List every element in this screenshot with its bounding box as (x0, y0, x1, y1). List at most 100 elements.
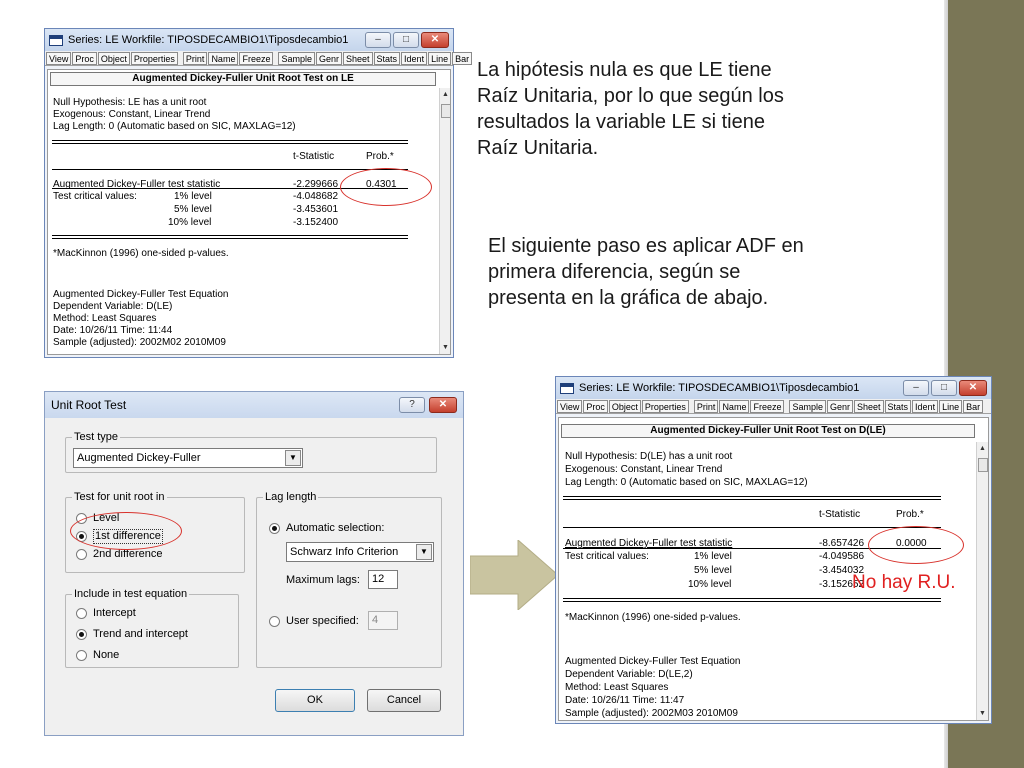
sample: Sample (adjusted): 2002M03 2010M09 (565, 708, 738, 719)
toolbar-line-button[interactable]: Line (428, 52, 452, 65)
radio-user-specified[interactable]: User specified: (269, 615, 359, 628)
scroll-thumb[interactable] (441, 104, 450, 118)
unit-root-test-dialog: Unit Root Test ? ✕ Test type Augmented D… (44, 391, 464, 736)
divider (52, 143, 408, 144)
toolbar-sheet-button[interactable]: Sheet (854, 400, 884, 413)
toolbar-view-button[interactable]: View (46, 52, 72, 65)
null-hypothesis: Null Hypothesis: LE has a unit root (53, 97, 207, 108)
toolbar-stats-button[interactable]: Stats (884, 400, 912, 413)
maximize-button[interactable]: □ (931, 380, 957, 396)
equation-title: Augmented Dickey-Fuller Test Equation (565, 656, 741, 667)
radio-automatic-selection[interactable]: Automatic selection: (269, 522, 384, 535)
dialog-title: Unit Root Test (51, 398, 127, 412)
toolbar-sheet-button[interactable]: Sheet (343, 52, 373, 65)
user-specified-input[interactable]: 4 (368, 611, 398, 630)
divider (52, 238, 408, 239)
eviews-toolbar: View Proc Object Properties Print Name F… (556, 399, 991, 414)
toolbar-proc-button[interactable]: Proc (72, 52, 97, 65)
lag-length-group: Lag length Automatic selection: Schwarz … (256, 491, 442, 668)
window-title: Series: LE Workfile: TIPOSDECAMBIO1\Tipo… (579, 382, 860, 394)
toolbar-genr-button[interactable]: Genr (826, 400, 853, 413)
toolbar-object-button[interactable]: Object (97, 52, 130, 65)
toolbar-stats-button[interactable]: Stats (373, 52, 401, 65)
scroll-up-icon[interactable]: ▲ (442, 91, 449, 98)
toolbar-ident-button[interactable]: Ident (912, 400, 939, 413)
close-button[interactable]: ✕ (421, 32, 449, 48)
level10-label: 10% level (168, 217, 212, 228)
scroll-up-icon[interactable]: ▲ (979, 445, 986, 452)
criterion-select[interactable]: Schwarz Info Criterion ▼ (286, 542, 434, 562)
radio-trend-and-intercept[interactable]: Trend and intercept (76, 628, 188, 641)
radio-intercept-label: Intercept (93, 607, 136, 619)
toolbar-sample-button[interactable]: Sample (789, 400, 826, 413)
max-lags-label: Maximum lags: (286, 574, 360, 586)
scroll-thumb[interactable] (978, 458, 988, 472)
maximize-button[interactable]: □ (393, 32, 419, 48)
toolbar-properties-button[interactable]: Properties (130, 52, 178, 65)
toolbar-view-button[interactable]: View (557, 400, 583, 413)
window-titlebar[interactable]: Series: LE Workfile: TIPOSDECAMBIO1\Tipo… (45, 29, 453, 51)
toolbar-bar-button[interactable]: Bar (963, 400, 984, 413)
highlight-oval (70, 512, 182, 550)
critical-values-label: Test critical values: (565, 551, 649, 562)
radio-icon (269, 616, 280, 627)
scroll-down-icon[interactable]: ▼ (442, 344, 449, 351)
output-header: Augmented Dickey-Fuller Unit Root Test o… (561, 424, 975, 438)
window-titlebar[interactable]: Series: LE Workfile: TIPOSDECAMBIO1\Tipo… (556, 377, 991, 399)
highlight-oval (868, 526, 964, 564)
toolbar-freeze-button[interactable]: Freeze (750, 400, 785, 413)
paragraph-line: El siguiente paso es aplicar ADF en (488, 235, 804, 257)
max-lags-input[interactable]: 12 (368, 570, 398, 589)
test-type-value: Augmented Dickey-Fuller (77, 452, 201, 464)
toolbar-name-button[interactable]: Name (719, 400, 750, 413)
toolbar-freeze-button[interactable]: Freeze (239, 52, 274, 65)
toolbar-name-button[interactable]: Name (208, 52, 239, 65)
test-type-select[interactable]: Augmented Dickey-Fuller ▼ (73, 448, 303, 468)
level10-value: -3.152400 (293, 217, 339, 228)
minimize-button[interactable]: – (365, 32, 391, 48)
date-time: Date: 10/26/11 Time: 11:44 (53, 325, 173, 336)
toolbar-line-button[interactable]: Line (939, 400, 963, 413)
radio-intercept[interactable]: Intercept (76, 607, 136, 620)
help-button[interactable]: ? (399, 397, 425, 413)
dialog-close-button[interactable]: ✕ (429, 397, 457, 413)
radio-none[interactable]: None (76, 649, 119, 662)
paragraph-line: resultados la variable LE si tiene (477, 111, 765, 133)
ok-button[interactable]: OK (275, 689, 355, 712)
window-icon (560, 382, 574, 394)
toolbar-ident-button[interactable]: Ident (401, 52, 428, 65)
highlight-oval (340, 168, 432, 206)
test-type-label: Test type (72, 431, 121, 444)
toolbar-genr-button[interactable]: Genr (315, 52, 342, 65)
scroll-down-icon[interactable]: ▼ (979, 710, 986, 717)
cancel-button[interactable]: Cancel (367, 689, 441, 712)
dialog-titlebar[interactable]: Unit Root Test ? ✕ (45, 392, 463, 418)
toolbar-print-button[interactable]: Print (182, 52, 208, 65)
exogenous: Exogenous: Constant, Linear Trend (565, 464, 723, 475)
equation-title: Augmented Dickey-Fuller Test Equation (53, 289, 229, 300)
radio-second-difference[interactable]: 2nd difference (76, 548, 163, 561)
divider (52, 169, 408, 170)
radio-automatic-label: Automatic selection: (286, 522, 385, 534)
radio-icon (76, 650, 87, 661)
toolbar-print-button[interactable]: Print (693, 400, 719, 413)
toolbar-properties-button[interactable]: Properties (641, 400, 689, 413)
minimize-button[interactable]: – (903, 380, 929, 396)
toolbar-object-button[interactable]: Object (608, 400, 641, 413)
adf-tstat: -2.299666 (293, 179, 339, 190)
toolbar-bar-button[interactable]: Bar (452, 52, 473, 65)
include-label: Include in test equation (72, 588, 190, 601)
eviews-toolbar: View Proc Object Properties Print Name F… (45, 51, 473, 66)
vertical-scrollbar[interactable]: ▲ ▼ (439, 88, 450, 354)
close-button[interactable]: ✕ (959, 380, 987, 396)
dependent-variable: Dependent Variable: D(LE) (53, 301, 173, 312)
chevron-down-icon[interactable]: ▼ (285, 450, 301, 466)
paragraph-line: La hipótesis nula es que LE tiene (477, 59, 772, 81)
radio-selected-icon (269, 523, 280, 534)
toolbar-proc-button[interactable]: Proc (583, 400, 608, 413)
vertical-scrollbar[interactable]: ▲ ▼ (976, 442, 988, 720)
toolbar-sample-button[interactable]: Sample (278, 52, 315, 65)
lag-length: Lag Length: 0 (Automatic based on SIC, M… (53, 121, 296, 132)
chevron-down-icon[interactable]: ▼ (416, 544, 432, 560)
divider (563, 601, 941, 602)
